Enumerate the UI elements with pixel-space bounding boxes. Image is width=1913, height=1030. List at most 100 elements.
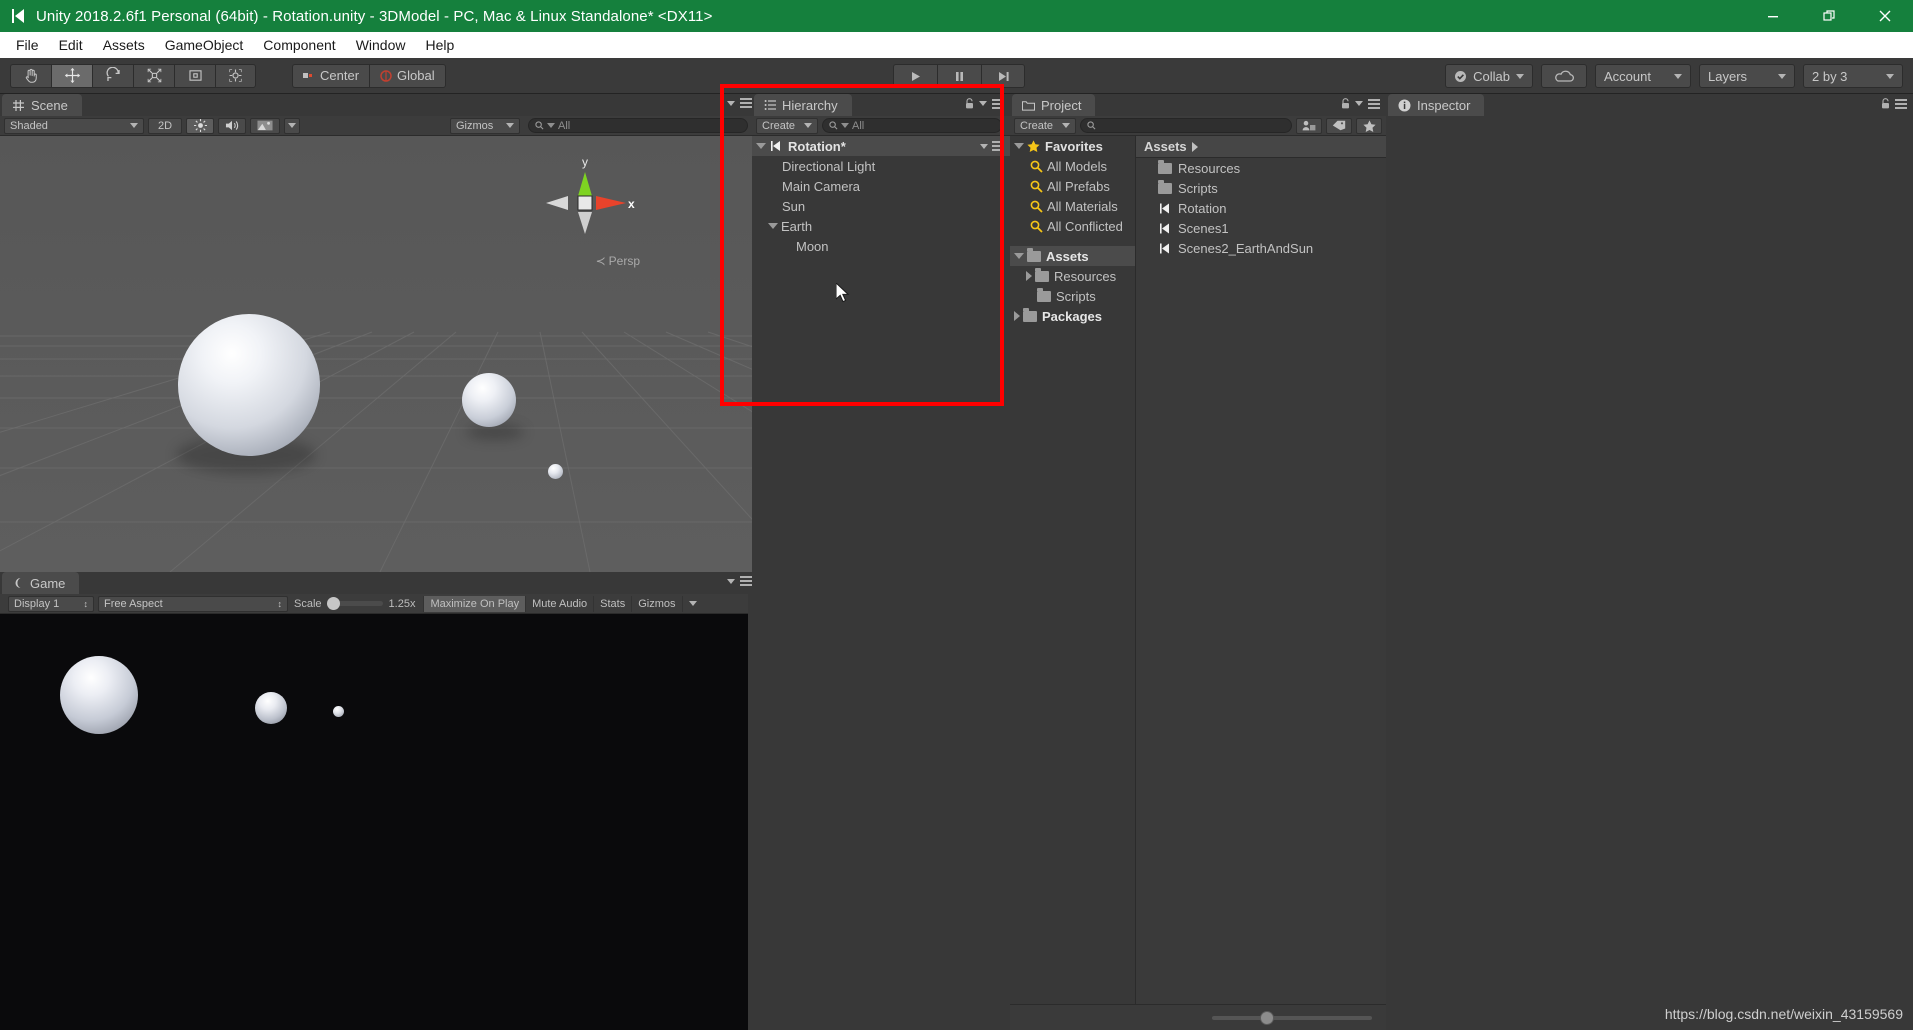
menu-gameobject[interactable]: GameObject bbox=[155, 34, 254, 56]
project-tree-scripts[interactable]: Scripts bbox=[1010, 286, 1135, 306]
menu-help[interactable]: Help bbox=[415, 34, 464, 56]
play-button[interactable] bbox=[893, 64, 937, 88]
expand-triangle-icon[interactable] bbox=[1014, 253, 1024, 259]
expand-triangle-icon[interactable] bbox=[1014, 143, 1024, 149]
hierarchy-item-directional-light[interactable]: Directional Light bbox=[752, 156, 1010, 176]
chevron-down-icon bbox=[1355, 101, 1363, 106]
menu-edit[interactable]: Edit bbox=[49, 34, 93, 56]
project-assets-root[interactable]: Assets bbox=[1010, 246, 1135, 266]
game-moon-sphere bbox=[333, 706, 344, 717]
game-scale-slider[interactable] bbox=[326, 597, 383, 610]
scene-audio-toggle[interactable] bbox=[218, 117, 246, 134]
project-favorite-all-materials[interactable]: All Materials bbox=[1010, 196, 1135, 216]
scene-axis-gizmo[interactable]: y x bbox=[530, 154, 640, 254]
project-zoom-knob[interactable] bbox=[1260, 1010, 1274, 1025]
account-button[interactable]: Account bbox=[1595, 64, 1691, 88]
pivot-global-button[interactable]: Global bbox=[369, 63, 446, 88]
project-zoom-slider[interactable] bbox=[1212, 1010, 1372, 1025]
hand-tool-button[interactable] bbox=[10, 63, 51, 88]
pivot-center-button[interactable]: Center bbox=[292, 63, 370, 88]
minimize-button[interactable] bbox=[1745, 0, 1801, 32]
project-asset-rotation[interactable]: Rotation bbox=[1136, 198, 1386, 218]
project-asset-scenes2-earthandsun[interactable]: Scenes2_EarthAndSun bbox=[1136, 238, 1386, 258]
menu-window[interactable]: Window bbox=[346, 34, 416, 56]
game-mute-audio-toggle[interactable]: Mute Audio bbox=[525, 595, 593, 612]
game-viewport[interactable] bbox=[0, 614, 748, 1030]
filter-by-type-button[interactable] bbox=[1296, 117, 1322, 134]
tab-project[interactable]: Project bbox=[1012, 94, 1096, 116]
scene-search-placeholder: All bbox=[558, 119, 571, 132]
pause-button[interactable] bbox=[937, 64, 981, 88]
game-scale-knob[interactable] bbox=[326, 597, 340, 610]
game-aspect-dropdown[interactable]: Free Aspect ↕ bbox=[98, 595, 288, 612]
scene-perspective-label[interactable]: ≺ Persp bbox=[596, 254, 640, 268]
project-tree-resources[interactable]: Resources bbox=[1010, 266, 1135, 286]
hierarchy-panel-menu[interactable] bbox=[965, 98, 1004, 109]
collab-button[interactable]: Collab bbox=[1445, 64, 1533, 88]
scene-panel-menu[interactable] bbox=[727, 98, 752, 108]
rect-tool-button[interactable] bbox=[174, 63, 215, 88]
menu-file[interactable]: File bbox=[6, 34, 49, 56]
filter-favorites-button[interactable] bbox=[1356, 117, 1382, 134]
expand-triangle-icon[interactable] bbox=[756, 143, 766, 149]
scale-tool-button[interactable] bbox=[133, 63, 174, 88]
project-search-input[interactable] bbox=[1080, 118, 1292, 133]
move-tool-button[interactable] bbox=[51, 63, 92, 88]
hierarchy-scene-root[interactable]: Rotation* bbox=[752, 136, 1010, 156]
expand-triangle-icon[interactable] bbox=[768, 223, 778, 229]
tab-hierarchy[interactable]: Hierarchy bbox=[754, 94, 852, 116]
hierarchy-item-sun[interactable]: Sun bbox=[752, 196, 1010, 216]
scene-search-input[interactable]: All bbox=[528, 118, 748, 133]
search-icon bbox=[535, 121, 544, 130]
project-favorite-all-prefabs[interactable]: All Prefabs bbox=[1010, 176, 1135, 196]
game-gizmos-toggle[interactable]: Gizmos bbox=[631, 595, 681, 612]
layers-button[interactable]: Layers bbox=[1699, 64, 1795, 88]
inspector-panel-menu[interactable] bbox=[1881, 98, 1907, 109]
expand-triangle-icon[interactable] bbox=[1026, 271, 1032, 281]
project-breadcrumb[interactable]: Assets bbox=[1136, 136, 1386, 158]
tab-scene[interactable]: Scene bbox=[2, 94, 82, 116]
chevron-down-icon[interactable] bbox=[980, 143, 988, 149]
cloud-button[interactable] bbox=[1541, 64, 1587, 88]
hierarchy-search-input[interactable]: All bbox=[822, 118, 1002, 133]
filter-by-label-button[interactable] bbox=[1326, 117, 1352, 134]
maximize-button[interactable] bbox=[1801, 0, 1857, 32]
menu-assets[interactable]: Assets bbox=[93, 34, 155, 56]
scene-viewport[interactable]: y x ≺ Persp bbox=[0, 136, 758, 572]
hierarchy-item-main-camera[interactable]: Main Camera bbox=[752, 176, 1010, 196]
expand-triangle-icon[interactable] bbox=[1014, 311, 1020, 321]
hierarchy-create-button[interactable]: Create bbox=[756, 117, 818, 134]
transform-tool-button[interactable] bbox=[215, 63, 256, 88]
project-favorites-root[interactable]: Favorites bbox=[1010, 136, 1135, 156]
rotate-tool-button[interactable] bbox=[92, 63, 133, 88]
project-asset-scripts[interactable]: Scripts bbox=[1136, 178, 1386, 198]
close-button[interactable] bbox=[1857, 0, 1913, 32]
project-create-button[interactable]: Create bbox=[1014, 117, 1076, 134]
game-stats-toggle[interactable]: Stats bbox=[593, 595, 631, 612]
project-favorite-all-conflicted[interactable]: All Conflicted bbox=[1010, 216, 1135, 236]
game-gizmos-dropdown[interactable] bbox=[681, 595, 703, 612]
project-panel-menu[interactable] bbox=[1341, 98, 1380, 109]
project-favorite-all-models[interactable]: All Models bbox=[1010, 156, 1135, 176]
project-packages-root[interactable]: Packages bbox=[1010, 306, 1135, 326]
game-display-dropdown[interactable]: Display 1 ↕ bbox=[8, 595, 94, 612]
scene-lighting-toggle[interactable] bbox=[186, 117, 214, 134]
menu-component[interactable]: Component bbox=[253, 34, 345, 56]
tab-game[interactable]: Game bbox=[2, 572, 80, 594]
scene-draw-mode-dropdown[interactable]: Shaded bbox=[4, 117, 144, 134]
game-maximize-on-play-toggle[interactable]: Maximize On Play bbox=[423, 595, 526, 612]
panel-menu-icon bbox=[740, 98, 752, 108]
scene-2d-toggle[interactable]: 2D bbox=[148, 117, 182, 134]
game-panel-menu[interactable] bbox=[727, 576, 752, 586]
hierarchy-item-earth[interactable]: Earth bbox=[752, 216, 1010, 236]
step-button[interactable] bbox=[981, 64, 1025, 88]
project-asset-resources[interactable]: Resources bbox=[1136, 158, 1386, 178]
scene-fx-toggle[interactable] bbox=[250, 117, 280, 134]
layout-button[interactable]: 2 by 3 bbox=[1803, 64, 1903, 88]
project-asset-scenes1[interactable]: Scenes1 bbox=[1136, 218, 1386, 238]
hierarchy-item-moon[interactable]: Moon bbox=[752, 236, 1010, 256]
scene-fx-dropdown[interactable] bbox=[284, 117, 300, 134]
scene-gizmos-dropdown[interactable]: Gizmos bbox=[450, 117, 520, 134]
scene-context-menu-icon[interactable] bbox=[992, 141, 1004, 151]
tab-inspector[interactable]: Inspector bbox=[1388, 94, 1485, 116]
